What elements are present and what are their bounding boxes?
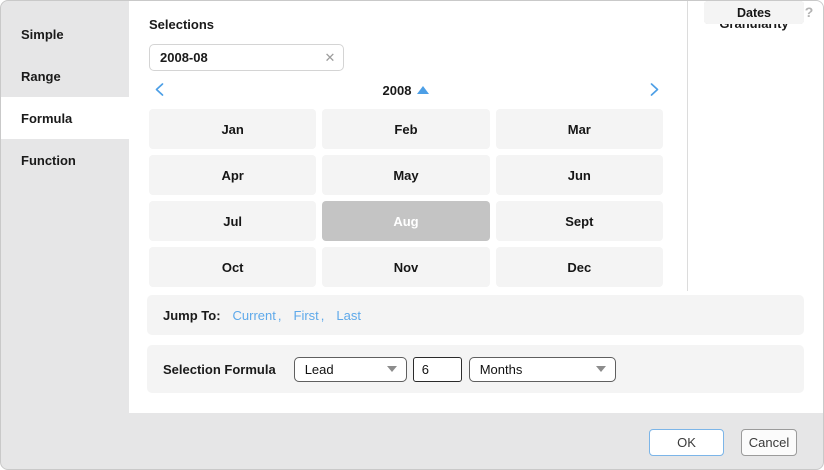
sidebar-item-function[interactable]: Function <box>1 139 129 181</box>
sidebar-item-simple[interactable]: Simple <box>1 13 129 55</box>
jump-to-current-link[interactable]: Current <box>233 308 276 323</box>
footer-bar: OK Cancel <box>1 413 824 470</box>
formula-operation-value: Lead <box>305 362 334 377</box>
sidebar-item-formula[interactable]: Formula <box>1 97 129 139</box>
ok-button[interactable]: OK <box>649 429 724 456</box>
jump-to-first-link[interactable]: First <box>294 308 319 323</box>
formula-amount-input[interactable] <box>413 357 462 382</box>
month-button-apr[interactable]: Apr <box>149 155 316 195</box>
mode-sidebar: Simple Range Formula Function <box>1 1 129 413</box>
month-button-oct[interactable]: Oct <box>149 247 316 287</box>
month-button-may[interactable]: May <box>322 155 489 195</box>
selection-formula-row: Selection Formula Lead Months <box>147 345 804 393</box>
month-button-nov[interactable]: Nov <box>322 247 489 287</box>
granularity-dates-button[interactable]: Dates <box>704 1 804 24</box>
formula-operation-dropdown[interactable]: Lead <box>294 357 407 382</box>
month-button-sept[interactable]: Sept <box>496 201 663 241</box>
jump-to-row: Jump To: Current , First , Last <box>147 295 804 335</box>
month-button-jul[interactable]: Jul <box>149 201 316 241</box>
month-button-mar[interactable]: Mar <box>496 109 663 149</box>
separator: , <box>278 308 282 323</box>
chevron-down-icon <box>596 366 606 372</box>
selections-input[interactable] <box>150 50 317 65</box>
next-year-icon[interactable] <box>648 82 661 97</box>
date-filter-dialog: Simple Range Formula Function Selections… <box>0 0 824 470</box>
formula-unit-dropdown[interactable]: Months <box>469 357 616 382</box>
selections-heading: Selections <box>149 17 214 32</box>
month-button-dec[interactable]: Dec <box>496 247 663 287</box>
main-panel: Selections ✕ 2008 Jan Feb Mar Apr May <box>129 1 824 413</box>
selection-formula-label: Selection Formula <box>163 362 276 377</box>
cancel-button[interactable]: Cancel <box>741 429 797 456</box>
chevron-down-icon <box>387 366 397 372</box>
sidebar-item-range[interactable]: Range <box>1 55 129 97</box>
year-label: 2008 <box>383 83 412 98</box>
sort-ascending-icon[interactable] <box>417 86 429 94</box>
month-button-aug[interactable]: Aug <box>322 201 489 241</box>
separator: , <box>321 308 325 323</box>
year-navigation: 2008 <box>149 79 663 101</box>
jump-to-last-link[interactable]: Last <box>336 308 361 323</box>
clear-icon[interactable]: ✕ <box>317 50 343 66</box>
month-button-jan[interactable]: Jan <box>149 109 316 149</box>
month-grid: Jan Feb Mar Apr May Jun Jul Aug Sept Oct… <box>149 109 663 287</box>
month-button-feb[interactable]: Feb <box>322 109 489 149</box>
month-button-jun[interactable]: Jun <box>496 155 663 195</box>
formula-unit-value: Months <box>480 362 523 377</box>
vertical-divider <box>687 1 688 291</box>
selections-input-box: ✕ <box>149 44 344 71</box>
jump-to-label: Jump To: <box>163 308 221 323</box>
year-center: 2008 <box>149 79 663 101</box>
